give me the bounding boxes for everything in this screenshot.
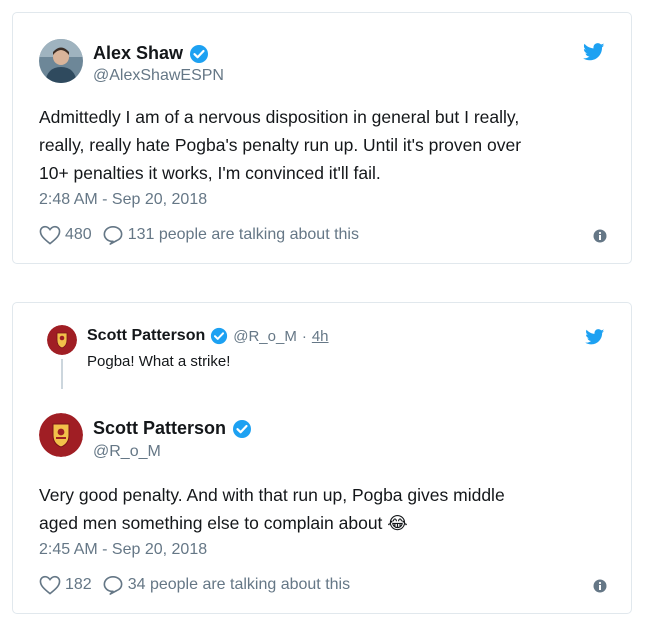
parent-author-name[interactable]: Scott Patterson bbox=[87, 327, 205, 345]
info-icon[interactable] bbox=[593, 579, 607, 593]
tweet-timestamp[interactable]: 2:48 AM - Sep 20, 2018 bbox=[39, 191, 207, 209]
verified-badge-icon bbox=[210, 327, 228, 345]
tweet-text-line: really, really hate Pogba's penalty run … bbox=[39, 135, 522, 155]
parent-tweet-text: Pogba! What a strike! bbox=[87, 353, 231, 370]
tweet-text-line: 10+ penalties it works, I'm convinced it… bbox=[39, 163, 381, 183]
like-count[interactable]: 480 bbox=[65, 226, 92, 244]
tweet-card-alex-shaw: Alex Shaw @AlexShawESPN Admittedly I am … bbox=[12, 12, 632, 264]
speech-bubble-icon[interactable] bbox=[102, 225, 124, 245]
verified-badge-icon bbox=[232, 419, 252, 439]
author-handle[interactable]: @R_o_M bbox=[93, 443, 161, 461]
tweet-text-line: Very good penalty. And with that run up,… bbox=[39, 485, 505, 505]
heart-icon[interactable] bbox=[39, 225, 61, 245]
talking-count[interactable]: 131 people are talking about this bbox=[128, 226, 359, 244]
verified-badge-icon bbox=[189, 44, 209, 64]
tweet-text: Very good penalty. And with that run up,… bbox=[39, 481, 619, 537]
speech-bubble-icon[interactable] bbox=[102, 575, 124, 595]
tweet-card-scott-patterson: Scott Patterson @R_o_M · 4h Pogba! What … bbox=[12, 302, 632, 614]
thread-line bbox=[61, 359, 63, 389]
like-count[interactable]: 182 bbox=[65, 576, 92, 594]
author-name[interactable]: Scott Patterson bbox=[93, 418, 226, 439]
avatar-alex-shaw[interactable] bbox=[39, 39, 83, 83]
author-name[interactable]: Alex Shaw bbox=[93, 43, 183, 64]
avatar-scott-patterson[interactable] bbox=[39, 413, 83, 457]
parent-author-handle[interactable]: @R_o_M bbox=[233, 328, 297, 345]
meta-separator: · bbox=[301, 327, 307, 345]
twitter-bird-icon[interactable] bbox=[583, 43, 605, 61]
emoji-tears-of-joy-icon: 😂 bbox=[387, 513, 408, 533]
parent-tweet-age[interactable]: 4h bbox=[312, 328, 329, 345]
info-icon[interactable] bbox=[593, 229, 607, 243]
avatar-parent-scott-patterson[interactable] bbox=[47, 325, 77, 355]
tweet-text-line: Admittedly I am of a nervous disposition… bbox=[39, 107, 520, 127]
talking-count[interactable]: 34 people are talking about this bbox=[128, 576, 350, 594]
twitter-bird-icon[interactable] bbox=[585, 329, 605, 345]
tweet-text-line: aged men something else to complain abou… bbox=[39, 513, 383, 533]
heart-icon[interactable] bbox=[39, 575, 61, 595]
author-handle[interactable]: @AlexShawESPN bbox=[93, 67, 224, 85]
tweet-text: Admittedly I am of a nervous disposition… bbox=[39, 103, 619, 187]
tweet-timestamp[interactable]: 2:45 AM - Sep 20, 2018 bbox=[39, 541, 207, 559]
